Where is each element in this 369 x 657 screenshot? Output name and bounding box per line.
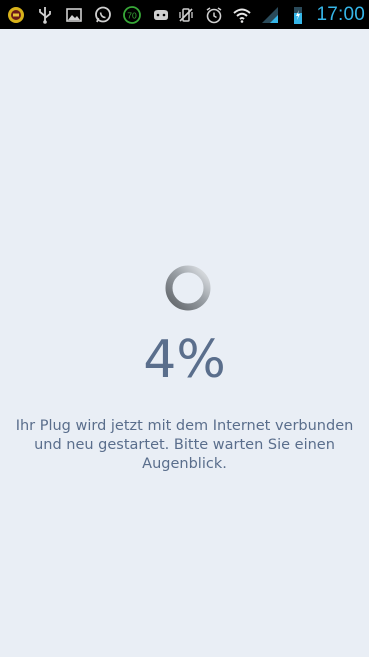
wifi-icon	[232, 5, 252, 25]
status-message: Ihr Plug wird jetzt mit dem Internet ver…	[15, 418, 354, 472]
status-bar: 70 17:00	[0, 0, 369, 29]
loading-spinner-icon	[163, 263, 213, 313]
main-content: 4% Ihr Plug wird jetzt mit dem Internet …	[0, 29, 369, 657]
usb-icon	[35, 5, 55, 25]
game-controller-icon	[151, 5, 171, 25]
alarm-icon	[204, 5, 224, 25]
whatsapp-icon	[93, 5, 113, 25]
image-notification-icon	[64, 5, 84, 25]
notification-icons: 70	[0, 5, 171, 25]
counter-badge-text: 70	[127, 10, 137, 20]
system-status-icons: 17:00	[176, 4, 369, 26]
battery-charging-icon	[288, 5, 308, 25]
status-bar-time: 17:00	[316, 3, 365, 25]
sync-notification-icon	[6, 5, 26, 25]
progress-percentage: 4%	[143, 330, 226, 390]
signal-icon	[260, 5, 280, 25]
counter-70-icon: 70	[122, 5, 142, 25]
vibrate-mute-icon	[176, 5, 196, 25]
